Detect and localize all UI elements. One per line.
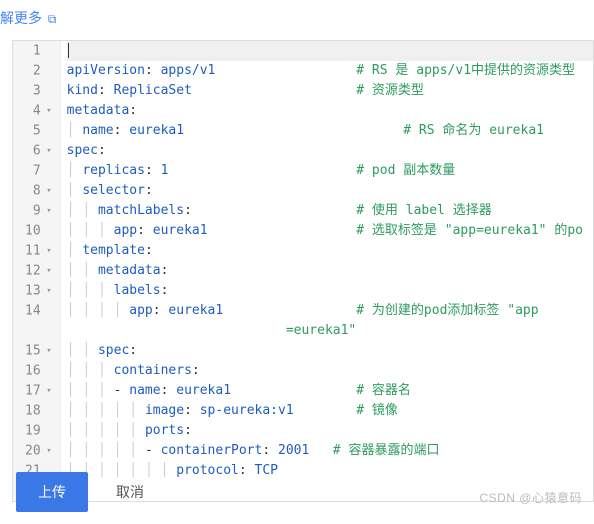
code-line[interactable]: │ │ │ │ │ ports: [67,421,593,441]
line-number: 16 [25,361,52,381]
line-number: 12▾ [25,261,52,281]
line-number: 18 [25,401,52,421]
line-number: 17▾ [25,381,52,401]
code-line[interactable]: │ │ │ - name: eureka1 # 容器名 [67,381,593,401]
line-number: 7 [25,161,52,181]
line-number: 9▾ [25,201,52,221]
watermark: CSDN @心猿意码 [479,489,582,506]
code-line[interactable]: =eureka1" [67,321,593,341]
code-line[interactable]: kind: ReplicaSet # 资源类型 [67,81,593,101]
code-line[interactable]: │ │ spec: [67,341,593,361]
code-line[interactable]: │ name: eureka1 # RS 命名为 eureka1 [67,121,593,141]
code-line[interactable]: apiVersion: apps/v1 # RS 是 apps/v1中提供的资源… [67,61,593,81]
line-number: 20▾ [25,441,52,461]
line-number: 2 [25,61,52,81]
line-number: 1 [25,41,52,61]
code-editor[interactable]: 1 2 3 4▾5 6▾7 8▾9▾10 11▾12▾13▾14 15▾16 1… [12,40,594,502]
code-line[interactable]: │ replicas: 1 # pod 副本数量 [67,161,593,181]
code-line[interactable]: │ │ │ app: eureka1 # 选取标签是 "app=eureka1"… [67,221,593,241]
learn-more-text: 解更多 [0,10,42,26]
code-line[interactable]: │ selector: [67,181,593,201]
line-number: 4▾ [25,101,52,121]
line-number [25,321,52,341]
code-line[interactable]: │ │ │ containers: [67,361,593,381]
code-line[interactable]: │ │ │ │ │ image: sp-eureka:v1 # 镜像 [67,401,593,421]
learn-more-link[interactable]: 解更多 ⧉ [0,0,594,40]
line-number: 14 [25,301,52,321]
line-number: 6▾ [25,141,52,161]
line-number: 19 [25,421,52,441]
code-line[interactable]: │ │ │ │ app: eureka1 # 为创建的pod添加标签 "app [67,301,593,321]
code-line[interactable]: │ │ matchLabels: # 使用 label 选择器 [67,201,593,221]
line-number: 3 [25,81,52,101]
code-line[interactable] [67,41,593,61]
upload-button[interactable]: 上传 [16,472,88,512]
line-number: 13▾ [25,281,52,301]
external-link-icon: ⧉ [48,12,57,26]
code-line[interactable]: spec: [67,141,593,161]
line-number: 15▾ [25,341,52,361]
line-number: 5 [25,121,52,141]
line-number: 11▾ [25,241,52,261]
line-gutter: 1 2 3 4▾5 6▾7 8▾9▾10 11▾12▾13▾14 15▾16 1… [13,41,61,501]
code-line[interactable]: │ template: [67,241,593,261]
cancel-button[interactable]: 取消 [116,482,144,502]
code-line[interactable]: │ │ │ │ │ - containerPort: 2001 # 容器暴露的端… [67,441,593,461]
code-line[interactable]: metadata: [67,101,593,121]
code-body[interactable]: apiVersion: apps/v1 # RS 是 apps/v1中提供的资源… [61,41,593,501]
code-line[interactable]: │ │ metadata: [67,261,593,281]
line-number: 10 [25,221,52,241]
code-line[interactable]: │ │ │ labels: [67,281,593,301]
line-number: 8▾ [25,181,52,201]
